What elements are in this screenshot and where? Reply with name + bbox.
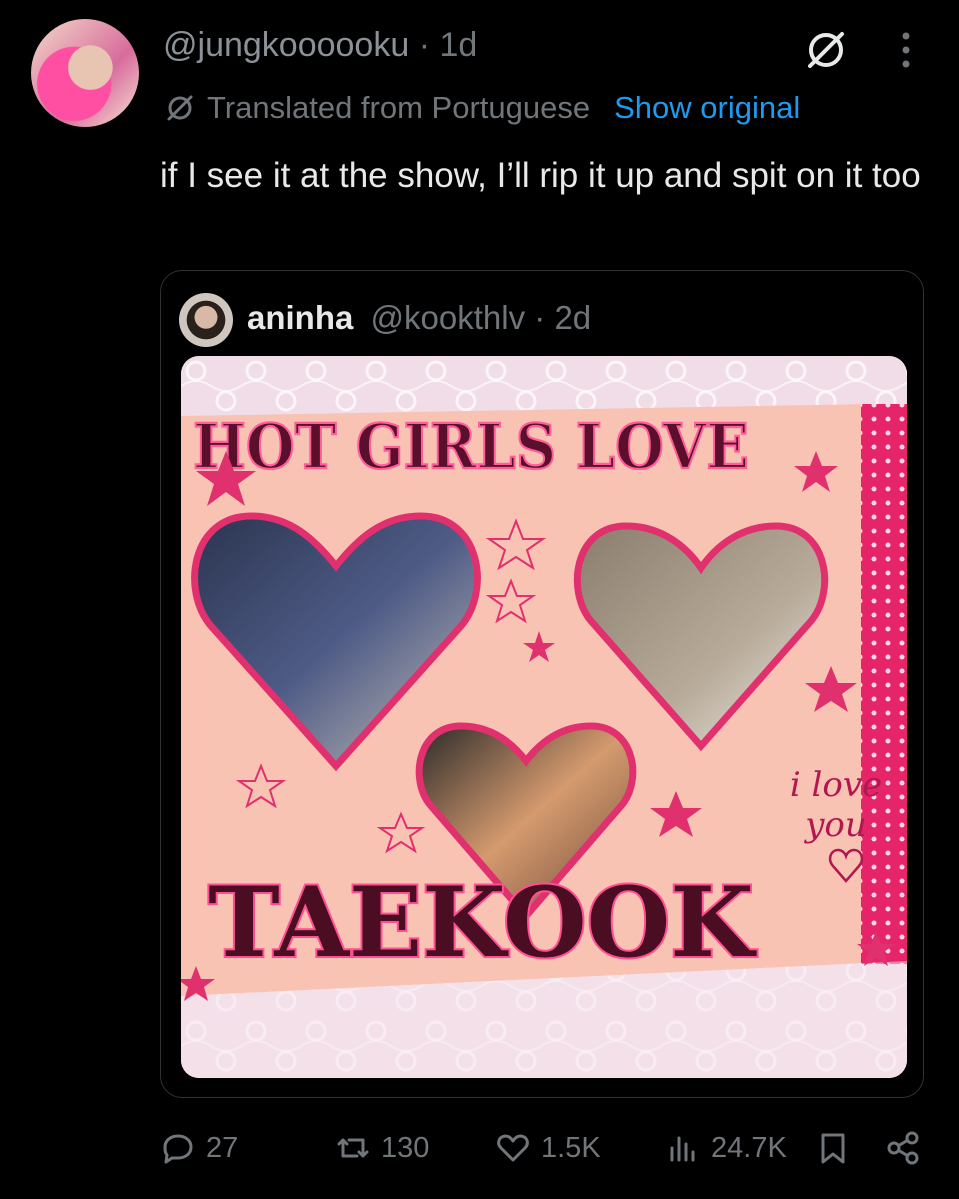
reply-count: 27	[206, 1131, 239, 1164]
reply-button[interactable]: 27	[160, 1130, 238, 1166]
header-separator: ·	[418, 26, 431, 64]
quoted-author-avatar[interactable]	[179, 293, 233, 347]
translation-row: Translated from Portuguese Show original	[163, 90, 800, 126]
banner-title: HOT GIRLS LOVE	[193, 411, 749, 483]
bookmark-button[interactable]	[815, 1130, 851, 1166]
quoted-author-handle[interactable]: @kookthlv	[371, 299, 526, 336]
views-button[interactable]: 24.7K	[665, 1130, 787, 1166]
bookmark-icon	[821, 1133, 845, 1164]
more-icon[interactable]	[893, 26, 919, 74]
show-original-link[interactable]: Show original	[614, 90, 800, 126]
handwriting-line2: you	[803, 805, 867, 845]
share-button[interactable]	[885, 1130, 921, 1166]
views-icon	[670, 1136, 695, 1162]
tweet-action-bar: 27 130 1.5K 24.7K	[160, 1130, 930, 1174]
translated-label: Translated from Portuguese	[207, 90, 591, 125]
quoted-tweet-header: aninha @kookthlv · 2d	[247, 299, 591, 337]
author-handle[interactable]: @jungkoooooku	[163, 26, 409, 64]
tweet-text: if I see it at the show, I’ll rip it up …	[160, 156, 921, 195]
quoted-author-name[interactable]: aninha	[247, 299, 353, 336]
tweet-time[interactable]: 1d	[440, 26, 478, 64]
like-count: 1.5K	[541, 1131, 601, 1164]
translate-icon	[167, 95, 193, 121]
quoted-header-separator: ·	[534, 299, 546, 336]
heart-icon	[497, 1134, 529, 1162]
banner-name: TAEKOOK	[208, 866, 757, 979]
share-icon	[887, 1131, 919, 1165]
like-button[interactable]: 1.5K	[495, 1130, 601, 1166]
repost-button[interactable]: 130	[335, 1130, 429, 1166]
reply-icon	[163, 1134, 193, 1164]
repost-count: 130	[381, 1131, 430, 1164]
banner-photo: HOT GIRLS LOVE i love you TAEKOOK	[181, 356, 907, 1078]
tweet-header: @jungkoooooku · 1d	[163, 26, 477, 65]
views-count: 24.7K	[711, 1131, 787, 1164]
grok-icon[interactable]	[802, 26, 850, 74]
handwriting-line1: i love	[790, 765, 882, 805]
quoted-tweet-card[interactable]: aninha @kookthlv · 2d HOT GIRLS LOVE i l…	[160, 270, 924, 1098]
quoted-media-image[interactable]: HOT GIRLS LOVE i love you TAEKOOK	[181, 356, 907, 1078]
quoted-tweet-time: 2d	[554, 299, 592, 336]
repost-icon	[337, 1138, 369, 1158]
author-avatar[interactable]	[31, 19, 139, 127]
